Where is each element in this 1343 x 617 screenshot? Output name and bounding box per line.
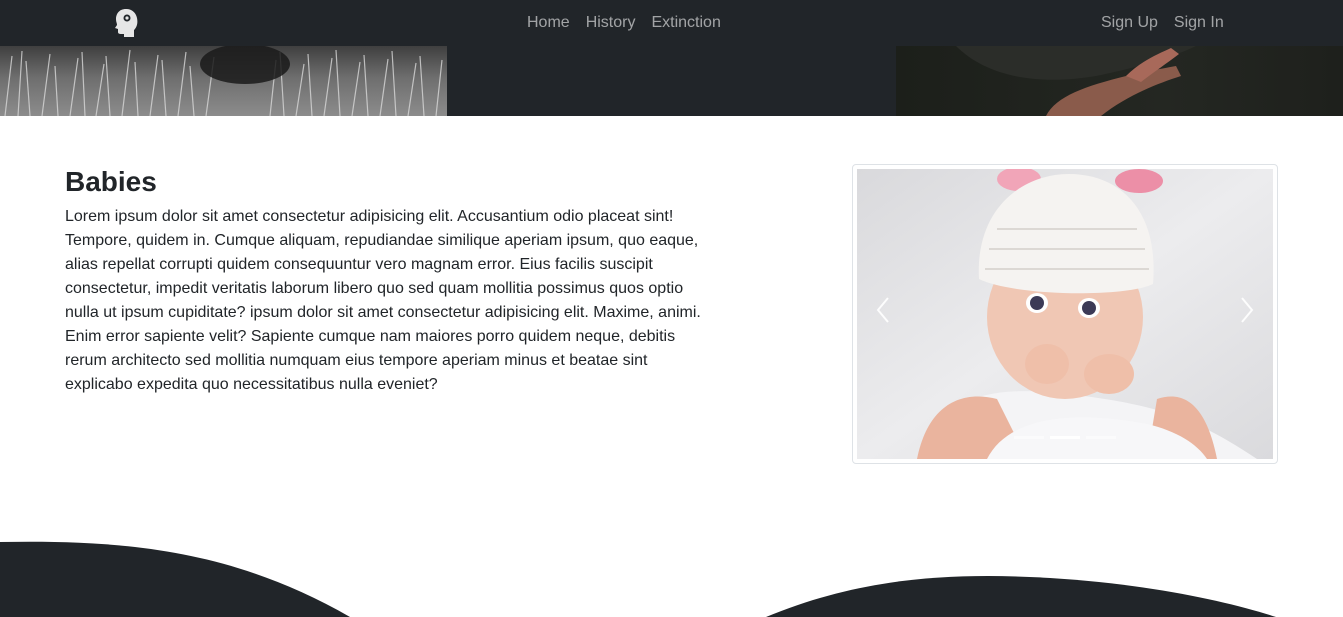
nav-link-home[interactable]: Home <box>519 14 578 32</box>
carousel-indicator-1[interactable] <box>1014 436 1044 439</box>
hero-image-person <box>896 46 1343 116</box>
carousel-indicators <box>853 436 1277 439</box>
decorative-wave-shapes <box>0 541 1276 617</box>
nav-link-sign-in[interactable]: Sign In <box>1166 14 1232 32</box>
image-carousel <box>852 164 1278 464</box>
auth-nav: Sign Up Sign In <box>1093 0 1232 46</box>
navbar: Home History Extinction Sign Up Sign In <box>0 0 1343 46</box>
main-nav: Home History Extinction <box>519 0 729 46</box>
hero-image-grass <box>0 46 447 116</box>
nav-link-sign-up[interactable]: Sign Up <box>1093 14 1166 32</box>
head-silhouette-icon[interactable] <box>112 7 140 37</box>
nav-link-history[interactable]: History <box>578 14 644 32</box>
hero-banner <box>0 46 1343 116</box>
section-title: Babies <box>65 166 157 197</box>
carousel-indicator-2[interactable] <box>1050 436 1080 439</box>
chevron-right-icon[interactable] <box>1231 295 1261 325</box>
section-paragraph: Lorem ipsum dolor sit amet consectetur a… <box>65 208 701 393</box>
carousel-slide-image <box>857 169 1273 459</box>
chevron-left-icon[interactable] <box>869 295 899 325</box>
nav-link-extinction[interactable]: Extinction <box>643 14 728 32</box>
carousel-indicator-3[interactable] <box>1086 436 1116 439</box>
